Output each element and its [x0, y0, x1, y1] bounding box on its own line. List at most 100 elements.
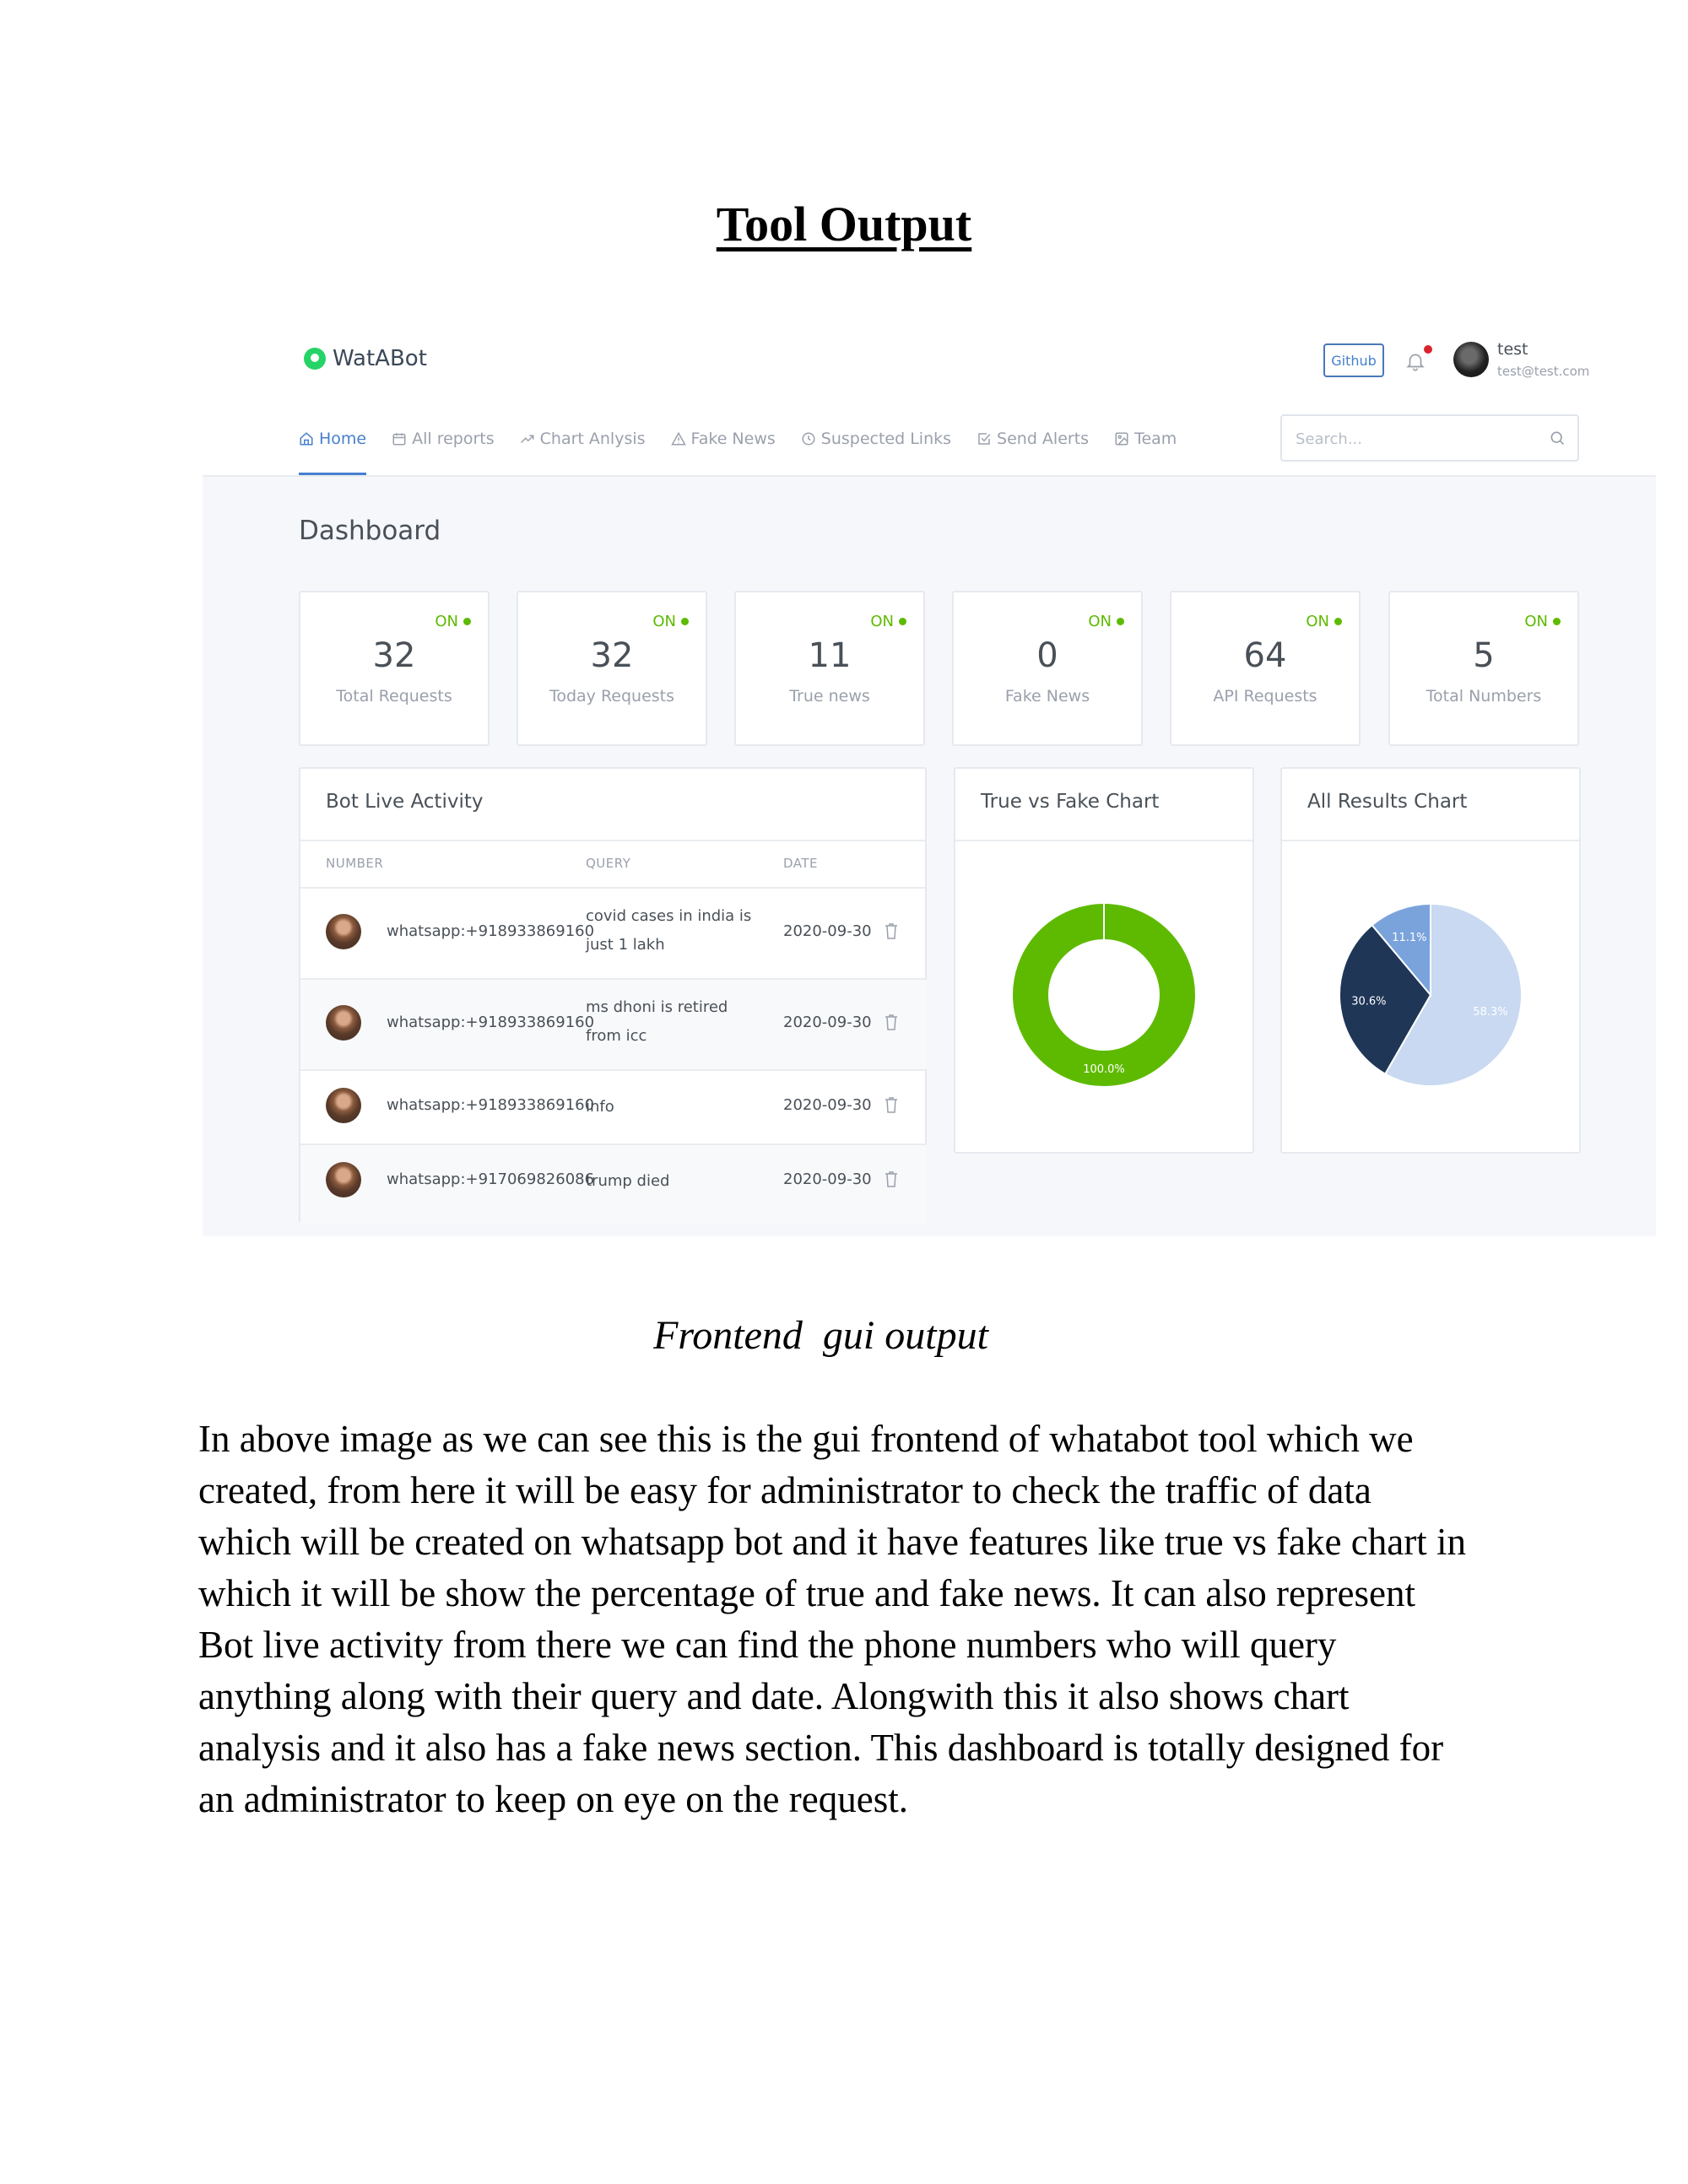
body-line: analysis and it also has a fake news sec… [198, 1727, 1444, 1769]
row-number: whatsapp:+918933869160 [387, 1096, 595, 1114]
all-results-pie-chart[interactable]: 58.3% 30.6% 11.1% [1282, 841, 1579, 1152]
true-vs-fake-donut-chart[interactable]: 100.0% [955, 841, 1252, 1152]
search-icon[interactable] [1549, 430, 1566, 446]
stat-value: 11 [808, 636, 852, 675]
search-field[interactable] [1280, 414, 1579, 462]
nav-fake-news[interactable]: Fake News [670, 403, 776, 475]
column-header-number[interactable]: NUMBER [326, 856, 383, 871]
body-line: an administrator to keep on eye on the r… [198, 1778, 908, 1820]
user-email: test@test.com [1497, 364, 1590, 379]
nav-label: Send Alerts [997, 430, 1090, 448]
bell-icon[interactable] [1404, 349, 1426, 374]
row-date: 2020-09-30 [783, 1170, 872, 1188]
trash-icon[interactable] [885, 1014, 898, 1030]
row-date: 2020-09-30 [783, 1096, 872, 1114]
card-title: True vs Fake Chart [981, 791, 1160, 813]
nav-suspected-links[interactable]: Suspected Links [801, 403, 951, 475]
nav-label: Team [1134, 430, 1177, 448]
table-row[interactable]: whatsapp:+918933869160 ms dhoni is retir… [300, 978, 927, 1069]
card-title: All Results Chart [1307, 791, 1468, 813]
avatar [326, 914, 361, 949]
stat-value: 32 [372, 636, 416, 675]
stat-value: 32 [590, 636, 634, 675]
status-badge: ON [870, 613, 906, 630]
status-badge: ON [1524, 613, 1561, 630]
row-date: 2020-09-30 [783, 1014, 872, 1031]
bot-live-activity-card: Bot Live Activity NUMBER QUERY DATE what… [299, 767, 927, 1224]
stat-label: API Requests [1213, 687, 1317, 705]
card-divider [300, 840, 925, 841]
alert-triangle-icon [670, 431, 686, 446]
figure-caption: Frontend gui output [653, 1313, 988, 1358]
status-dot-icon [681, 618, 689, 625]
stat-card-fake-news: ON 0 Fake News [952, 591, 1143, 746]
page-title: Dashboard [299, 516, 441, 546]
nav-label: All reports [412, 430, 495, 448]
stat-label: Fake News [1004, 687, 1090, 705]
body-line: which will be created on whatsapp bot an… [198, 1521, 1466, 1563]
slice-label: 100.0% [1083, 1063, 1125, 1076]
table-row[interactable]: whatsapp:+918933869160 info 2020-09-30 [300, 1069, 927, 1143]
row-query: covid cases in india is just 1 lakh [586, 907, 752, 954]
avatar [326, 1162, 361, 1197]
avatar [326, 1005, 361, 1041]
stat-value: 5 [1473, 636, 1495, 675]
status-dot-icon [1334, 618, 1342, 625]
whatsapp-logo-icon [304, 348, 326, 370]
body-line: which it will be show the percentage of … [198, 1572, 1415, 1614]
nav-label: Fake News [690, 430, 776, 448]
status-dot-icon [1553, 618, 1561, 625]
row-date: 2020-09-30 [783, 922, 872, 940]
dashboard-content: Dashboard ON 32 Total Requests ON 32 Tod… [203, 477, 1656, 1236]
nav-send-alerts[interactable]: Send Alerts [977, 403, 1089, 475]
card-title: Bot Live Activity [326, 791, 484, 813]
trash-icon[interactable] [885, 1170, 898, 1187]
nav-home[interactable]: Home [299, 403, 367, 475]
row-query: trump died [586, 1172, 670, 1190]
brand-name: WatABot [333, 346, 427, 371]
chart-slice[interactable] [1013, 904, 1195, 1086]
home-icon [300, 432, 313, 446]
body-line: created, from here it will be easy for a… [198, 1469, 1372, 1511]
nav-chart-analysis[interactable]: Chart Anlysis [520, 403, 646, 475]
stat-value: 64 [1243, 636, 1287, 675]
table-row[interactable]: whatsapp:+917069826086 trump died 2020-0… [300, 1143, 927, 1224]
stat-card-api-requests: ON 64 API Requests [1170, 591, 1361, 746]
top-header: WatABot Github test test@test.com [203, 325, 1656, 404]
body-line: anything along with their query and date… [198, 1675, 1350, 1717]
stat-label: Today Requests [549, 687, 675, 705]
row-query: ms dhoni is retired from icc [586, 998, 728, 1045]
search-input[interactable] [1294, 426, 1534, 451]
user-name[interactable]: test [1497, 340, 1528, 359]
github-button[interactable]: Github [1323, 343, 1384, 377]
body-paragraph: In above image as we can see this is the… [198, 1414, 1515, 1825]
check-square-icon [978, 433, 991, 445]
column-header-query[interactable]: QUERY [586, 856, 630, 871]
stat-value: 0 [1036, 636, 1058, 675]
column-header-date[interactable]: DATE [783, 856, 818, 871]
trash-icon[interactable] [885, 1096, 898, 1113]
table-row[interactable]: whatsapp:+918933869160 covid cases in in… [300, 887, 927, 978]
body-line: In above image as we can see this is the… [198, 1418, 1414, 1460]
status-badge: ON [1306, 613, 1342, 630]
brand[interactable]: WatABot [304, 346, 427, 371]
nav-label: Chart Anlysis [539, 430, 646, 448]
document-title: Tool Output [716, 197, 972, 251]
body-line: Bot live activity from there we can find… [198, 1624, 1337, 1666]
nav-all-reports[interactable]: All reports [392, 403, 495, 475]
nav-label: Suspected Links [820, 430, 952, 448]
status-badge: ON [652, 613, 689, 630]
status-dot-icon [1117, 618, 1124, 625]
stat-label: True news [789, 687, 870, 705]
row-query: info [586, 1098, 614, 1116]
trash-icon[interactable] [885, 922, 898, 939]
stat-card-today-requests: ON 32 Today Requests [517, 591, 707, 746]
stat-label: Total Numbers [1426, 687, 1542, 705]
nav-team[interactable]: Team [1114, 403, 1177, 475]
stat-card-total-numbers: ON 5 Total Numbers [1388, 591, 1579, 746]
main-nav: Home All reports Chart Anlysis Fake News… [203, 403, 1656, 477]
slice-label: 30.6% [1351, 995, 1386, 1008]
image-icon [1115, 432, 1128, 446]
stat-card-total-requests: ON 32 Total Requests [299, 591, 490, 746]
user-avatar[interactable] [1453, 342, 1489, 377]
